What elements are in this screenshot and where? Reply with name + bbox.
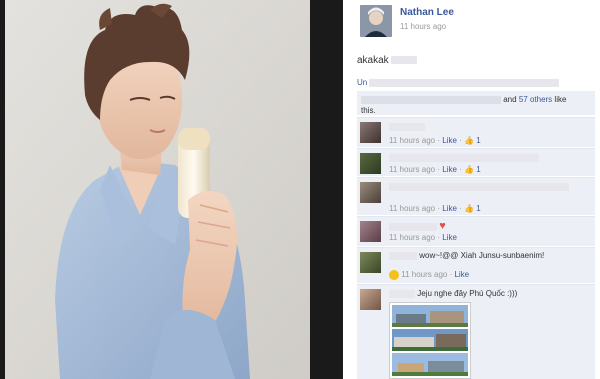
redacted-text xyxy=(389,289,415,298)
collage-image xyxy=(392,353,468,376)
redacted-text xyxy=(389,251,417,260)
redacted-text xyxy=(389,122,425,131)
comment-like-count[interactable]: 1 xyxy=(476,165,480,174)
comment-meta: 11 hours ago · Like · 👍 1 xyxy=(389,165,481,174)
author-name[interactable]: Nathan Lee xyxy=(400,7,454,18)
post-timestamp[interactable]: 11 hours ago xyxy=(400,22,446,31)
likes-and: and xyxy=(503,95,517,104)
comment-item: 11 hours ago · Like · 👍 1 xyxy=(357,148,595,176)
comment-meta: 11 hours ago · Like xyxy=(389,270,469,280)
comment-like-count[interactable]: 1 xyxy=(476,136,480,145)
photo-viewer: Nathan Lee 11 hours ago akakak Un and 57… xyxy=(0,0,600,379)
comment-meta: 11 hours ago · Like · 👍 1 xyxy=(389,204,481,213)
comment-body: Jeju nghe đây Phú Quốc :))) xyxy=(417,289,518,298)
caption-text: akakak xyxy=(357,55,389,66)
collage-image xyxy=(392,305,468,327)
comment-item: ♥ 11 hours ago · Like xyxy=(357,216,595,246)
likes-others-link[interactable]: 57 others xyxy=(519,95,552,104)
comment-text xyxy=(389,122,425,131)
comment-time[interactable]: 11 hours ago xyxy=(401,270,447,279)
redacted-text xyxy=(389,153,539,162)
redacted-text xyxy=(389,222,437,231)
post-actions[interactable]: Un xyxy=(357,78,560,87)
comment-like-link[interactable]: Like xyxy=(454,270,469,279)
comment-time[interactable]: 11 hours ago xyxy=(389,165,435,174)
likes-this-text: this. xyxy=(361,106,376,115)
comment-item: 11 hours ago · Like · 👍 1 xyxy=(357,117,595,147)
comment-text: Jeju nghe đây Phú Quốc :))) xyxy=(389,289,517,298)
comment-photo-collage[interactable] xyxy=(389,302,471,379)
comment-avatar[interactable] xyxy=(360,221,381,242)
comment-time[interactable]: 11 hours ago xyxy=(389,204,435,213)
thumbs-up-icon: 👍 xyxy=(464,136,474,145)
comment-meta: 11 hours ago · Like xyxy=(389,233,457,242)
author-avatar[interactable] xyxy=(360,5,392,37)
comment-like-link[interactable]: Like xyxy=(442,233,457,242)
heart-icon: ♥ xyxy=(439,220,446,232)
comment-item: wow~!@@ Xiah Junsu-sunbaenim! 11 hours a… xyxy=(357,247,595,283)
comment-text xyxy=(389,153,539,162)
redacted-names xyxy=(361,95,501,104)
comment-time[interactable]: 11 hours ago xyxy=(389,136,435,145)
comment-like-link[interactable]: Like xyxy=(442,165,457,174)
post-sidebar: Nathan Lee 11 hours ago akakak Un and 57… xyxy=(343,0,600,379)
redacted-text xyxy=(391,56,418,65)
thumbs-up-icon: 👍 xyxy=(464,165,474,174)
collage-image xyxy=(392,329,468,351)
thumbs-up-icon: 👍 xyxy=(464,204,474,213)
likes-summary: and 57 others like this. xyxy=(357,91,595,115)
main-photo xyxy=(5,0,343,379)
comment-time[interactable]: 11 hours ago xyxy=(389,233,435,242)
comment-text xyxy=(389,182,569,191)
comment-avatar[interactable] xyxy=(360,122,381,143)
comment-item: 11 hours ago · Like · 👍 1 xyxy=(357,177,595,215)
comment-avatar[interactable] xyxy=(360,153,381,174)
comment-like-link[interactable]: Like xyxy=(442,136,457,145)
comment-meta: 11 hours ago · Like · 👍 1 xyxy=(389,136,481,145)
comment-avatar[interactable] xyxy=(360,289,381,310)
comment-text: wow~!@@ Xiah Junsu-sunbaenim! xyxy=(389,251,544,260)
comment-like-link[interactable]: Like xyxy=(442,204,457,213)
comment-avatar[interactable] xyxy=(360,182,381,203)
post-caption: akakak xyxy=(357,55,418,66)
photo-stage[interactable] xyxy=(0,0,343,379)
comment-body: wow~!@@ Xiah Junsu-sunbaenim! xyxy=(419,251,545,260)
comment-like-count[interactable]: 1 xyxy=(476,204,480,213)
comment-text: ♥ xyxy=(389,220,446,232)
unlike-link[interactable]: Un xyxy=(357,78,367,87)
smile-icon xyxy=(389,270,399,280)
redacted-text xyxy=(369,78,560,87)
likes-like-text: like xyxy=(554,95,567,104)
comment-avatar[interactable] xyxy=(360,252,381,273)
redacted-text xyxy=(389,182,569,191)
